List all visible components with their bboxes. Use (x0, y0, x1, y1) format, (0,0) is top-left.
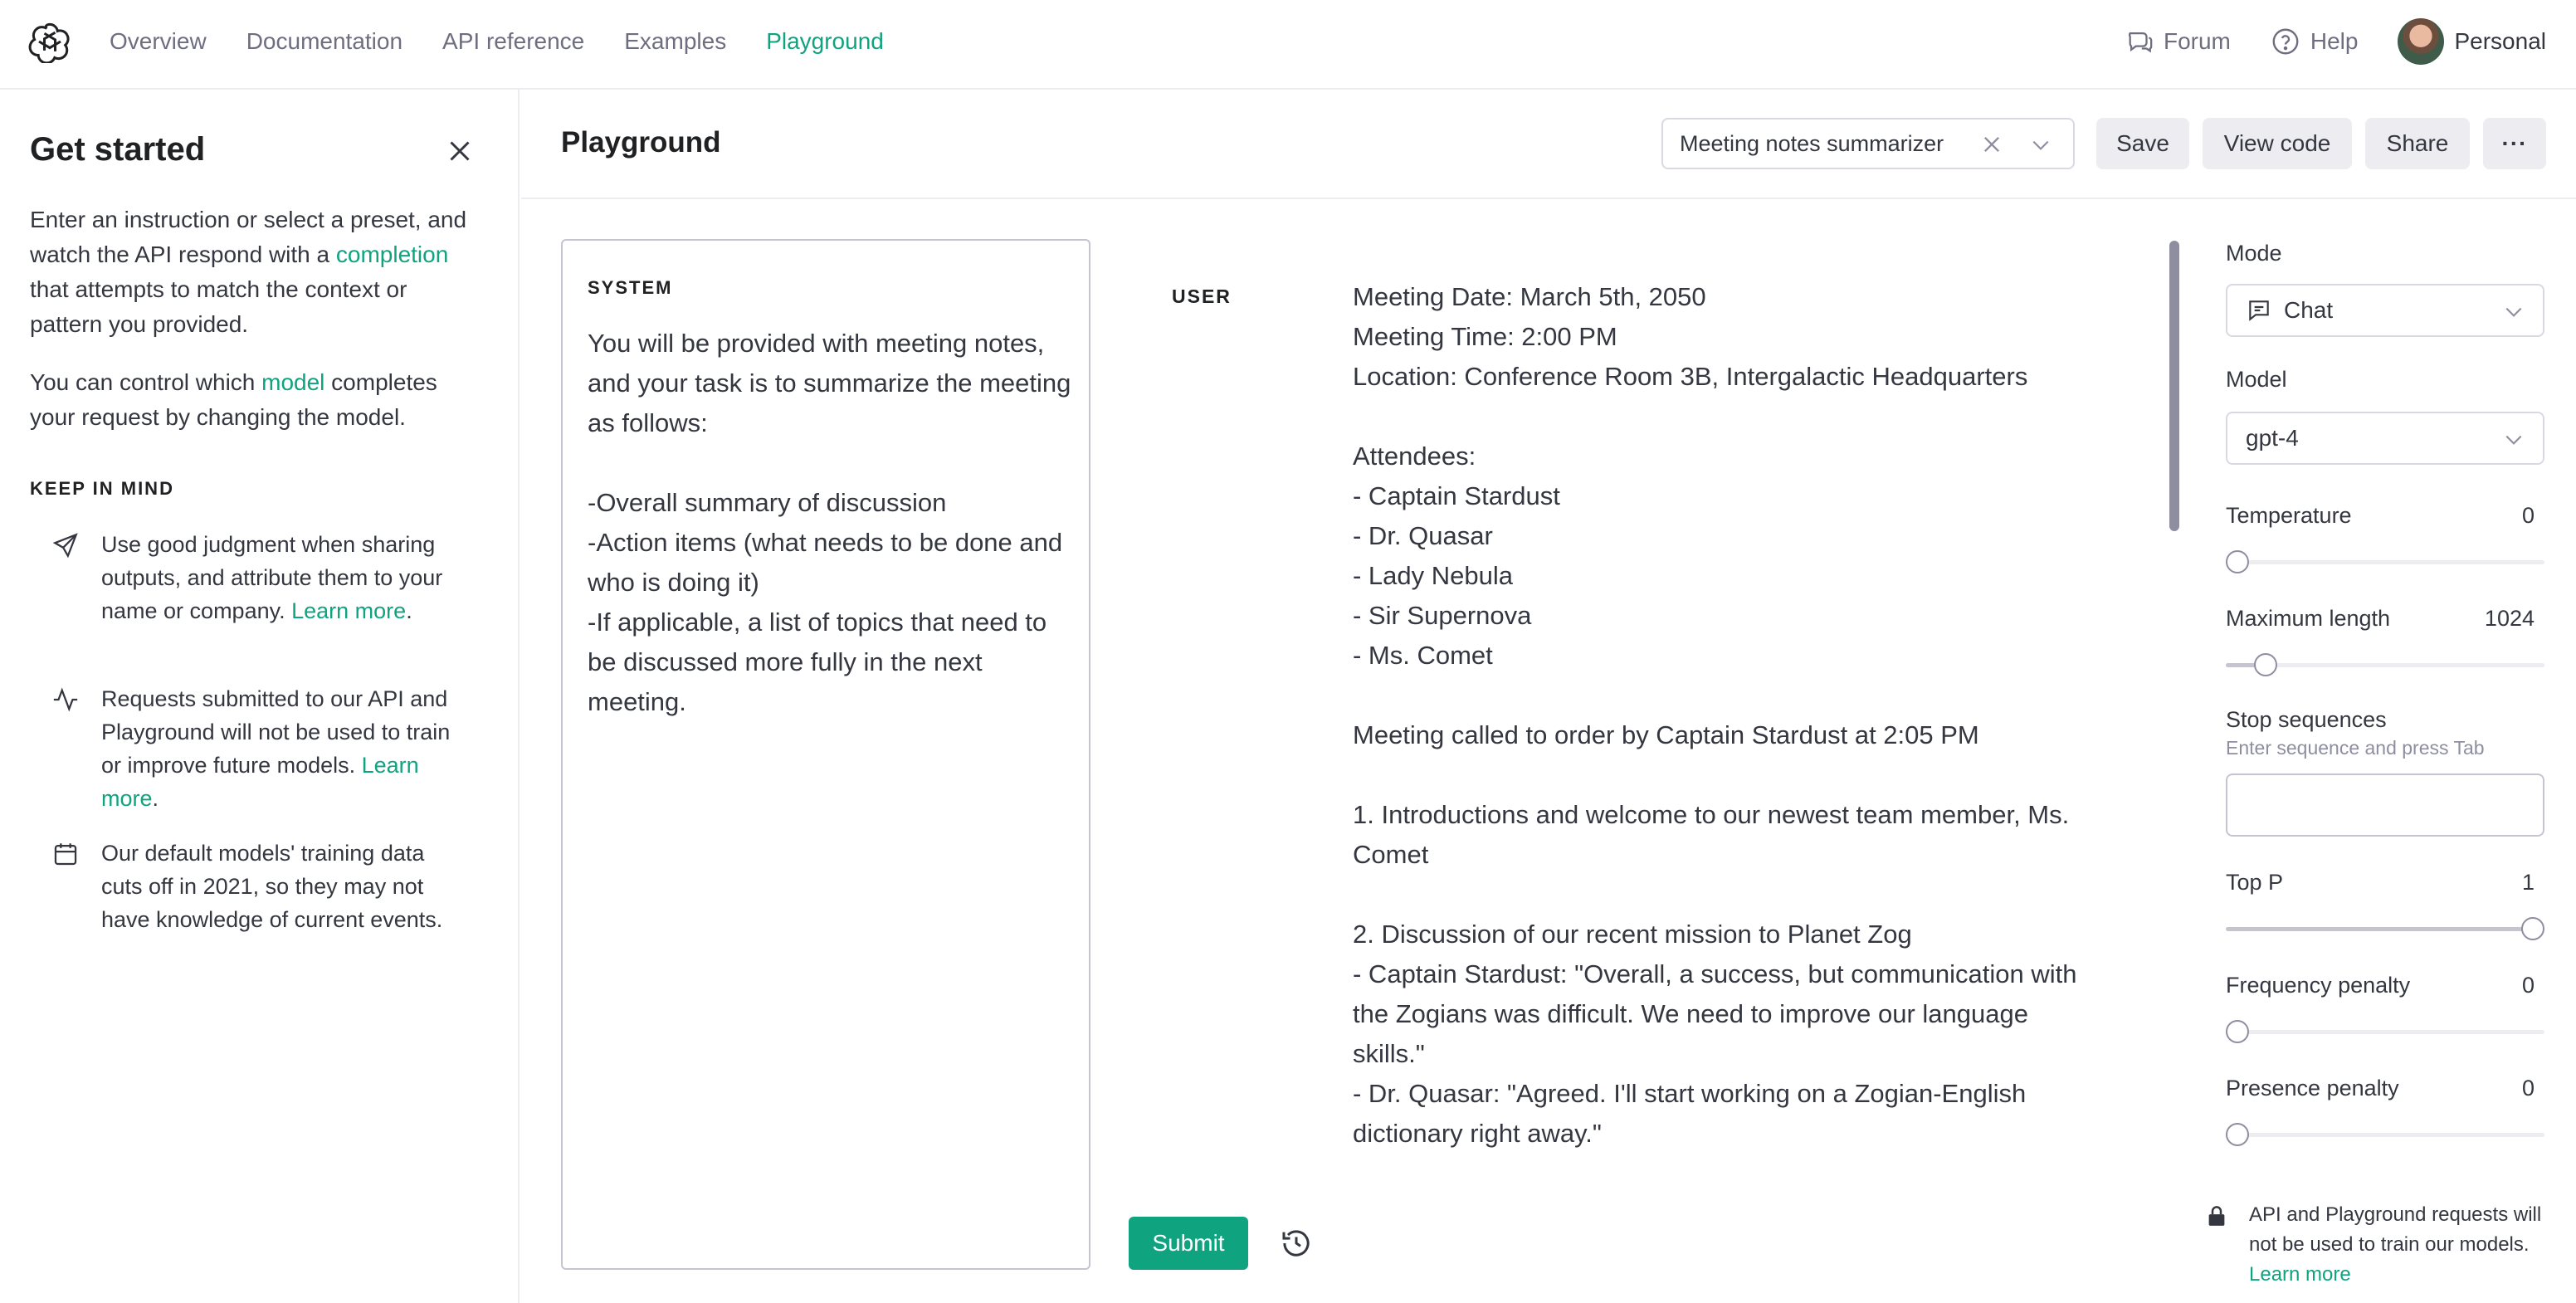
playground-header: Playground Meeting notes summarizer Save… (521, 90, 2576, 199)
temperature-label: Temperature (2226, 503, 2352, 528)
nav-examples[interactable]: Examples (624, 28, 726, 55)
system-message-text[interactable]: You will be provided with meeting notes,… (588, 324, 1077, 722)
slider-handle[interactable] (2226, 1020, 2249, 1043)
top-p-slider[interactable] (2226, 916, 2544, 941)
system-label: SYSTEM (588, 277, 673, 298)
mode-select[interactable]: Chat (2226, 284, 2544, 337)
presence-penalty-label: Presence penalty (2226, 1076, 2399, 1100)
chat-icon (2249, 300, 2269, 321)
slider-handle[interactable] (2226, 1123, 2249, 1146)
tip-judgment-learn-more[interactable]: Learn more (291, 598, 406, 623)
send-icon (52, 533, 78, 559)
help-link[interactable]: Help (2271, 27, 2359, 56)
tip-judgment-tail: . (406, 598, 412, 623)
messages-scrollbar[interactable] (2169, 241, 2179, 531)
view-code-button[interactable]: View code (2203, 118, 2352, 169)
model-paragraph: You can control which model completes yo… (30, 365, 478, 435)
temperature-slider[interactable] (2226, 549, 2544, 574)
nav-api-reference[interactable]: API reference (442, 28, 584, 55)
user-role-label[interactable]: USER (1172, 285, 1232, 308)
stop-sequences-hint: Enter sequence and press Tab (2226, 737, 2485, 759)
max-length-slider[interactable] (2226, 652, 2544, 677)
top-p-label: Top P (2226, 870, 2284, 895)
mode-label: Mode (2226, 241, 2282, 266)
forum-label: Forum (2163, 28, 2231, 54)
history-icon[interactable] (1280, 1227, 1313, 1260)
frequency-penalty-slider[interactable] (2226, 1019, 2544, 1044)
clear-preset-icon[interactable] (1980, 133, 2003, 156)
top-p-value[interactable]: 1 (2522, 870, 2535, 896)
save-button[interactable]: Save (2096, 118, 2189, 169)
top-nav: Overview Documentation API reference Exa… (0, 0, 2576, 90)
page-title: Playground (561, 126, 721, 159)
stop-sequences-label: Stop sequences (2226, 707, 2387, 732)
nav-right: Forum Help Personal (2125, 0, 2546, 83)
privacy-notice-text: API and Playground requests will not be … (2249, 1203, 2542, 1256)
privacy-learn-more-link[interactable]: Learn more (2249, 1263, 2351, 1286)
more-options-button[interactable]: ··· (2483, 118, 2546, 169)
stop-sequences-input[interactable] (2226, 774, 2544, 837)
temperature-value[interactable]: 0 (2522, 503, 2535, 529)
forum-icon (2128, 32, 2153, 53)
frequency-penalty-label: Frequency penalty (2226, 973, 2411, 998)
account-menu[interactable]: Personal (2398, 18, 2546, 65)
slider-handle[interactable] (2226, 550, 2249, 573)
nav-links: Overview Documentation API reference Exa… (110, 0, 884, 83)
model-value: gpt-4 (2246, 425, 2299, 451)
intro-paragraph: Enter an instruction or select a preset,… (30, 203, 478, 342)
presence-penalty-value[interactable]: 0 (2522, 1076, 2535, 1101)
get-started-sidebar: Get started Enter an instruction or sele… (0, 90, 520, 1303)
calendar-icon (54, 843, 77, 866)
submit-button[interactable]: Submit (1129, 1217, 1248, 1270)
slider-handle[interactable] (2254, 653, 2277, 676)
preset-select[interactable]: Meeting notes summarizer (1661, 118, 2075, 169)
chevron-down-icon (2505, 307, 2522, 317)
help-icon (2272, 28, 2299, 55)
chevron-down-icon (2505, 435, 2522, 445)
tip-cutoff-text: Our default models' training data cuts o… (101, 841, 443, 932)
presence-penalty-slider[interactable] (2226, 1122, 2544, 1147)
model-select[interactable]: gpt-4 (2226, 412, 2544, 465)
account-label: Personal (2454, 28, 2546, 54)
model-link[interactable]: model (261, 369, 324, 395)
nav-playground[interactable]: Playground (766, 28, 884, 55)
preset-value: Meeting notes summarizer (1680, 130, 1944, 156)
sidebar-title: Get started (30, 131, 206, 168)
completion-link[interactable]: completion (336, 242, 448, 267)
help-label: Help (2310, 28, 2359, 54)
share-button[interactable]: Share (2365, 118, 2470, 169)
keep-in-mind-heading: KEEP IN MIND (30, 478, 174, 499)
user-message-text[interactable]: Meeting Date: March 5th, 2050 Meeting Ti… (1353, 277, 2083, 1192)
chevron-down-icon[interactable] (2030, 134, 2052, 156)
lock-icon (2208, 1206, 2225, 1226)
tip-training-tail: . (152, 786, 159, 811)
model-text: You can control which (30, 369, 262, 395)
nav-documentation[interactable]: Documentation (246, 28, 402, 55)
forum-link[interactable]: Forum (2125, 27, 2231, 56)
frequency-penalty-value[interactable]: 0 (2522, 973, 2535, 998)
max-length-label: Maximum length (2226, 606, 2391, 631)
nav-overview[interactable]: Overview (110, 28, 207, 55)
model-label: Model (2226, 367, 2287, 392)
intro-text-2: that attempts to match the context or pa… (30, 276, 407, 337)
close-icon[interactable] (445, 136, 475, 166)
activity-icon (53, 687, 78, 712)
system-message-panel[interactable]: SYSTEM You will be provided with meeting… (561, 239, 1090, 1270)
max-length-value[interactable]: 1024 (2485, 606, 2535, 632)
openai-logo-icon[interactable] (28, 20, 71, 63)
privacy-notice: API and Playground requests will not be … (2249, 1200, 2548, 1290)
avatar (2398, 18, 2445, 65)
mode-value: Chat (2284, 297, 2334, 323)
slider-handle[interactable] (2521, 917, 2544, 940)
